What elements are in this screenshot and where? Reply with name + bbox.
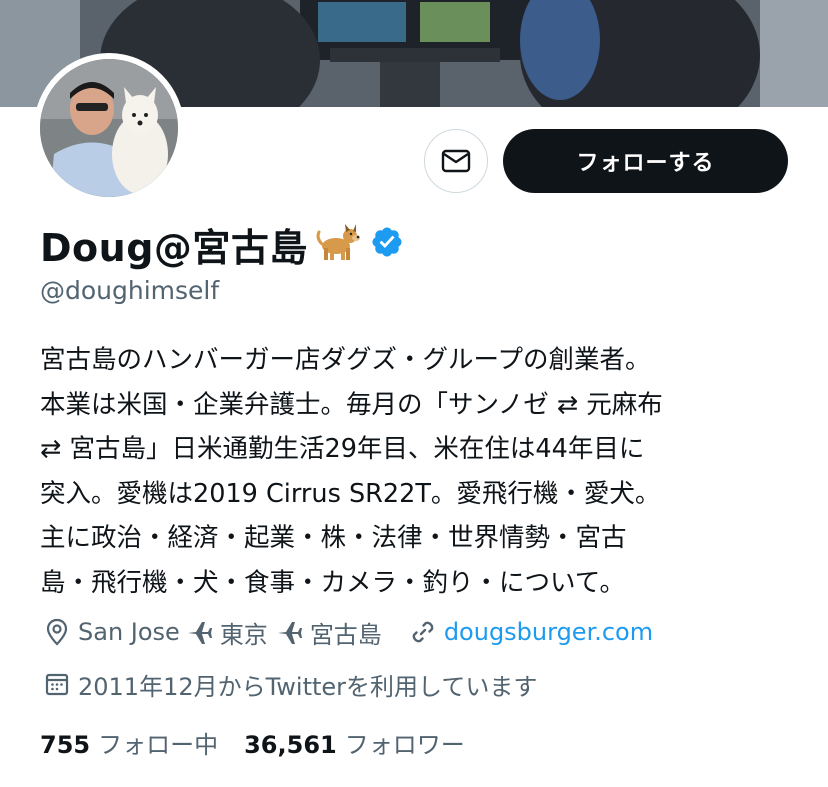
calendar-icon [42,669,72,699]
location-text-1: San Jose [78,618,180,646]
follow-stats: 755 フォロー中 36,561 フォロワー [40,722,465,762]
joined-date-text: 2011年12月からTwitterを利用しています [78,672,538,701]
followers-label: フォロワー [344,730,465,759]
mail-icon [441,149,471,173]
profile-bio: 宮古島のハンバーガー店ダグズ・グループの創業者。 本業は米国・企業弁護士。毎月の… [40,345,663,598]
avatar-photo [40,59,178,197]
follow-button-label: フォローする [576,151,715,176]
location-text-3: 宮古島 [309,620,382,649]
location-text-2: 東京 [219,620,268,649]
followers-link[interactable]: 36,561 フォロワー [244,725,465,760]
profile-meta-joined: 2011年12月からTwitterを利用しています [42,664,537,704]
display-name: Doug@宮古島 [40,225,308,270]
profile-avatar[interactable] [34,53,184,203]
following-count: 755 [40,730,91,759]
following-link[interactable]: 755 フォロー中 [40,725,218,760]
following-label: フォロー中 [98,730,219,759]
dog-emoji [314,222,360,266]
name-row: Doug@宮古島 [40,216,404,272]
profile-url-link[interactable]: dougsburger.com [444,618,653,646]
airplane-icon [274,617,304,647]
message-button[interactable] [424,129,488,193]
follow-button[interactable]: フォローする [503,129,788,193]
profile-meta-location: San Jose 東京 宮古島 dougsburger.com [42,612,653,652]
location-pin-icon [42,617,72,647]
airplane-icon [184,617,214,647]
link-icon [408,617,438,647]
verified-badge-icon[interactable] [370,225,404,263]
profile-handle: @doughimself [40,276,220,305]
followers-count: 36,561 [244,730,337,759]
